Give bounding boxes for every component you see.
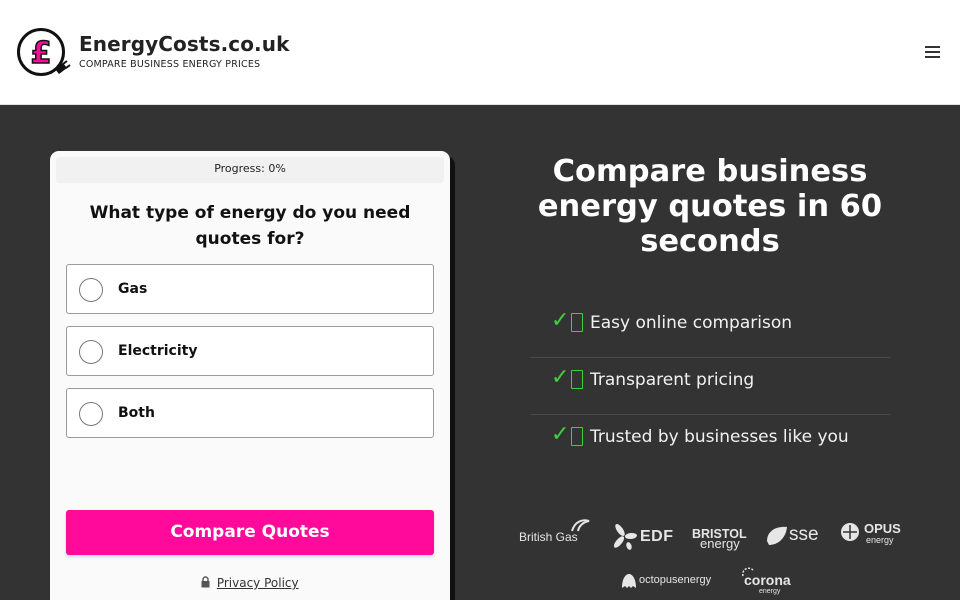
feature-text: Easy online comparison xyxy=(590,313,792,333)
octopus-energy-logo: octopusenergy xyxy=(620,573,711,594)
box-icon xyxy=(571,427,583,446)
bristol-energy-logo: BRISTOL energy xyxy=(692,525,747,551)
radio-button[interactable] xyxy=(79,278,103,302)
progress-bar: Progress: 0% xyxy=(56,157,444,183)
option-both[interactable]: Both xyxy=(66,388,434,438)
check-icon: ✓ xyxy=(551,308,570,333)
option-electricity[interactable]: Electricity xyxy=(66,326,434,376)
radio-button[interactable] xyxy=(79,402,103,426)
sse-logo: sse xyxy=(764,523,819,554)
logo-symbol: £ xyxy=(31,36,52,71)
form-question: What type of energy do you need quotes f… xyxy=(89,203,411,249)
check-icon: ✓ xyxy=(551,365,570,390)
privacy-row: Privacy Policy xyxy=(200,576,299,590)
hamburger-icon[interactable] xyxy=(922,43,942,61)
radio-button[interactable] xyxy=(79,340,103,364)
octopus-label: octopusenergy xyxy=(639,574,712,586)
option-label: Electricity xyxy=(118,343,198,359)
progress-text: Progress: 0% xyxy=(214,162,286,175)
site-header: £ EnergyCosts.co.uk COMPARE BUSINESS ENE… xyxy=(0,0,960,105)
feature-item: ✓ Trusted by businesses like you xyxy=(530,415,890,472)
edf-logo: EDF xyxy=(611,522,673,555)
option-gas[interactable]: Gas xyxy=(66,264,434,314)
british-gas-logo: British Gas xyxy=(519,519,590,544)
feature-text: Transparent pricing xyxy=(590,370,755,390)
feature-item: ✓ Easy online comparison xyxy=(530,301,890,358)
supplier-logos: British Gas EDF BRISTOL energy sse OPUS … xyxy=(510,515,910,600)
corona-sub-label: energy xyxy=(759,588,781,595)
opus-sub-label: energy xyxy=(866,535,894,545)
edf-label: EDF xyxy=(640,528,674,545)
option-label: Gas xyxy=(118,281,148,297)
brand-tagline: COMPARE BUSINESS ENERGY PRICES xyxy=(79,59,261,70)
quote-form-card: Progress: 0% What type of energy do you … xyxy=(50,151,450,600)
privacy-policy-link[interactable]: Privacy Policy xyxy=(217,576,299,590)
hero-title: Compare business energy quotes in 60 sec… xyxy=(537,154,883,259)
check-icon: ✓ xyxy=(551,422,570,447)
compare-quotes-button[interactable]: Compare Quotes xyxy=(66,510,434,555)
bristol-sub-label: energy xyxy=(700,536,740,551)
opus-label: OPUS xyxy=(864,521,901,536)
logo-icon[interactable]: £ xyxy=(17,27,71,79)
corona-label: corona xyxy=(744,572,791,588)
box-icon xyxy=(571,313,583,332)
brand-name[interactable]: EnergyCosts.co.uk xyxy=(79,32,290,56)
brand[interactable]: EnergyCosts.co.uk COMPARE BUSINESS ENERG… xyxy=(79,32,290,70)
feature-item: ✓ Transparent pricing xyxy=(530,358,890,415)
sse-label: sse xyxy=(789,524,819,545)
opus-energy-logo: OPUS energy xyxy=(839,521,901,548)
option-label: Both xyxy=(118,405,155,421)
lock-icon xyxy=(200,576,211,588)
feature-text: Trusted by businesses like you xyxy=(590,427,849,447)
box-icon xyxy=(571,370,583,389)
